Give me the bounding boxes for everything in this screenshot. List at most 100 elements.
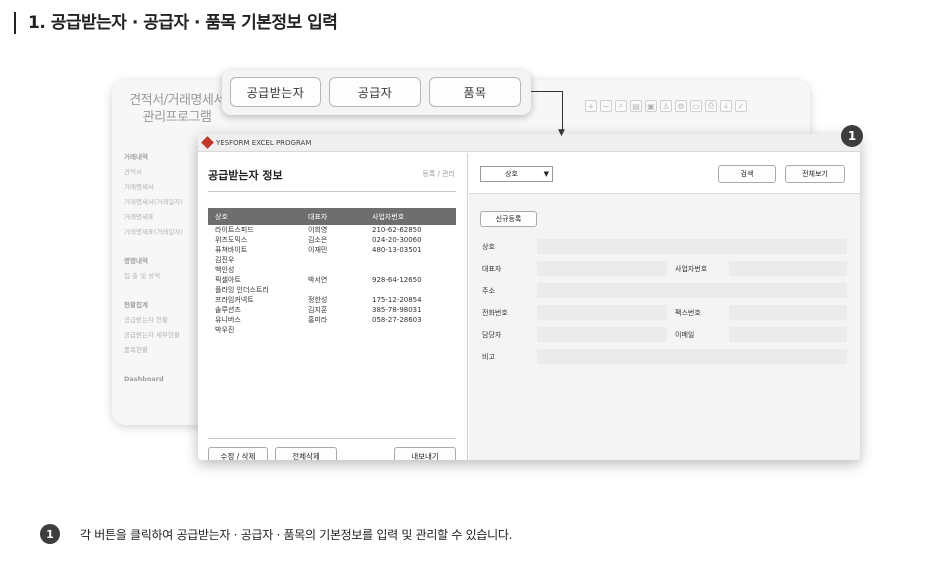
- name-input[interactable]: [537, 239, 847, 254]
- field-label-memo: 비고: [482, 353, 495, 361]
- download-icon[interactable]: ⤓: [720, 100, 732, 112]
- edit-delete-button[interactable]: 수정 / 삭제: [208, 447, 268, 460]
- table-cell: 픽셀아트: [215, 276, 241, 284]
- document-icon[interactable]: ▤: [630, 100, 642, 112]
- field-label-biz-no: 사업자번호: [675, 265, 708, 273]
- table-body: 라이트스피드 이희영 210-62-62850 위즈도믹스 김소은 024-20-3006…: [208, 225, 456, 335]
- biz-no-input[interactable]: [729, 261, 847, 276]
- search-icon[interactable]: ⌕: [615, 100, 627, 112]
- fax-input[interactable]: [729, 305, 847, 320]
- chevron-down-icon: ▼: [543, 170, 549, 178]
- table-cell: 024-20-30060: [372, 236, 422, 244]
- view-all-button[interactable]: 전체보기: [785, 165, 845, 183]
- menu-item[interactable]: 현황집계: [124, 298, 183, 313]
- menu-item[interactable]: 거래명세서(거래일자): [124, 195, 183, 210]
- tab-supplier[interactable]: 공급자: [329, 77, 421, 107]
- table-cell: 480-13-03501: [372, 246, 422, 254]
- table-row[interactable]: 솔루션즈 김지훈 385-78-98031: [208, 305, 456, 315]
- menu-item[interactable]: 품목현황: [124, 343, 183, 358]
- field-label-manager: 담당자: [482, 331, 502, 339]
- manager-input[interactable]: [537, 327, 667, 342]
- page-title: 1. 공급받는자 · 공급자 · 품목 기본정보 입력: [14, 12, 338, 34]
- menu-item[interactable]: 공급받는자 세부현황: [124, 328, 183, 343]
- panel-title: 공급받는자 정보: [208, 169, 283, 182]
- menu-item[interactable]: 거래내역: [124, 150, 183, 165]
- new-register-button[interactable]: 신규등록: [480, 211, 537, 227]
- search-field-select[interactable]: 상호 ▼: [480, 166, 553, 182]
- table-cell: 퓨쳐바이트: [215, 246, 248, 254]
- left-panel: 공급받는자 정보 등록 / 관리 상호 대표자 사업자번호 라이트스피드 이희영 2…: [198, 153, 468, 460]
- table-row[interactable]: 김진우: [208, 255, 456, 265]
- main-window: YESFORM EXCEL PROGRAM 공급받는자 정보 등록 / 관리 상…: [198, 134, 860, 460]
- divider: [208, 438, 456, 439]
- table-cell: 정한성: [308, 296, 328, 304]
- delete-all-button[interactable]: 전체삭제: [275, 447, 337, 460]
- table-cell: 385-78-98031: [372, 306, 422, 314]
- field-label-phone: 전화번호: [482, 309, 508, 317]
- table-row[interactable]: 플라잉 인더스트리: [208, 285, 456, 295]
- menu-item[interactable]: 거래명세표: [124, 210, 183, 225]
- table-row[interactable]: 프라임커넥트 정한성 175-12-20854: [208, 295, 456, 305]
- table-cell: 백인성: [215, 266, 235, 274]
- table-row[interactable]: 라이트스피드 이희영 210-62-62850: [208, 225, 456, 235]
- recipient-table: 상호 대표자 사업자번호 라이트스피드 이희영 210-62-62850 위즈도믹스 김…: [208, 208, 456, 335]
- menu-item[interactable]: 공급받는자 현황: [124, 313, 183, 328]
- gear-icon[interactable]: ⚙: [675, 100, 687, 112]
- memo-input[interactable]: [537, 349, 847, 364]
- app-title: 견적서/거래명세서 관리프로그램: [129, 93, 225, 125]
- table-row[interactable]: 퓨쳐바이트 이재민 480-13-03501: [208, 245, 456, 255]
- table-cell: 박서연: [308, 276, 328, 284]
- search-bar: 상호 ▼ 검색 전체보기: [469, 153, 860, 194]
- table-cell: 프라임커넥트: [215, 296, 254, 304]
- tab-item[interactable]: 품목: [429, 77, 521, 107]
- right-panel: 상호 ▼ 검색 전체보기 신규등록 상호 대표자 사업자번호 주소 전화번호 팩…: [469, 153, 860, 460]
- table-row[interactable]: 픽셀아트 박서연 928-64-12650: [208, 275, 456, 285]
- connector-line: [531, 91, 563, 131]
- tab-recipient[interactable]: 공급받는자: [230, 77, 321, 107]
- field-label-email: 이메일: [675, 331, 695, 339]
- field-label-name: 상호: [482, 243, 495, 251]
- minus-icon[interactable]: −: [600, 100, 612, 112]
- phone-input[interactable]: [537, 305, 667, 320]
- column-header[interactable]: 상호: [208, 212, 308, 222]
- category-tab-bar: 공급받는자 공급자 품목: [222, 70, 531, 115]
- field-label-fax: 팩스번호: [675, 309, 701, 317]
- table-cell: 위즈도믹스: [215, 236, 248, 244]
- table-cell: 김진우: [215, 256, 235, 264]
- ceo-input[interactable]: [537, 261, 667, 276]
- check-icon[interactable]: ✓: [735, 100, 747, 112]
- table-row[interactable]: 백인성: [208, 265, 456, 275]
- table-header: 상호 대표자 사업자번호: [208, 208, 456, 225]
- address-input[interactable]: [537, 283, 847, 298]
- table-row[interactable]: 박우진: [208, 325, 456, 335]
- table-cell: 210-62-62850: [372, 226, 422, 234]
- menu-item[interactable]: 명명내역: [124, 254, 183, 269]
- table-cell: 플라잉 인더스트리: [215, 286, 269, 294]
- menu-item[interactable]: Dashboard: [124, 372, 183, 387]
- save-icon[interactable]: ▣: [645, 100, 657, 112]
- search-button[interactable]: 검색: [718, 165, 776, 183]
- column-header[interactable]: 사업자번호: [372, 212, 456, 222]
- menu-item[interactable]: 거래명세표(거래일자): [124, 225, 183, 240]
- export-button[interactable]: 내보내기: [394, 447, 456, 460]
- yesform-logo-icon: [201, 136, 214, 149]
- email-input[interactable]: [729, 327, 847, 342]
- breadcrumb: 등록 / 관리: [422, 170, 455, 178]
- menu-item[interactable]: 거래명세서: [124, 180, 183, 195]
- table-cell: 175-12-20854: [372, 296, 422, 304]
- menu-item[interactable]: 입·출 및 성적: [124, 269, 183, 284]
- menu-item[interactable]: 견적서: [124, 165, 183, 180]
- column-header[interactable]: 대표자: [308, 212, 372, 222]
- table-cell: 이희영: [308, 226, 328, 234]
- table-row[interactable]: 위즈도믹스 김소은 024-20-30060: [208, 235, 456, 245]
- user-icon[interactable]: ♙: [660, 100, 672, 112]
- table-row[interactable]: 유니버스 홍미라 058-27-28603: [208, 315, 456, 325]
- window-title: YESFORM EXCEL PROGRAM: [216, 138, 312, 147]
- plus-icon[interactable]: +: [585, 100, 597, 112]
- divider: [208, 191, 456, 192]
- print-icon[interactable]: ⎙: [705, 100, 717, 112]
- table-cell: 이재민: [308, 246, 328, 254]
- table-cell: 김지훈: [308, 306, 328, 314]
- table-cell: 058-27-28603: [372, 316, 422, 324]
- monitor-icon[interactable]: ▭: [690, 100, 702, 112]
